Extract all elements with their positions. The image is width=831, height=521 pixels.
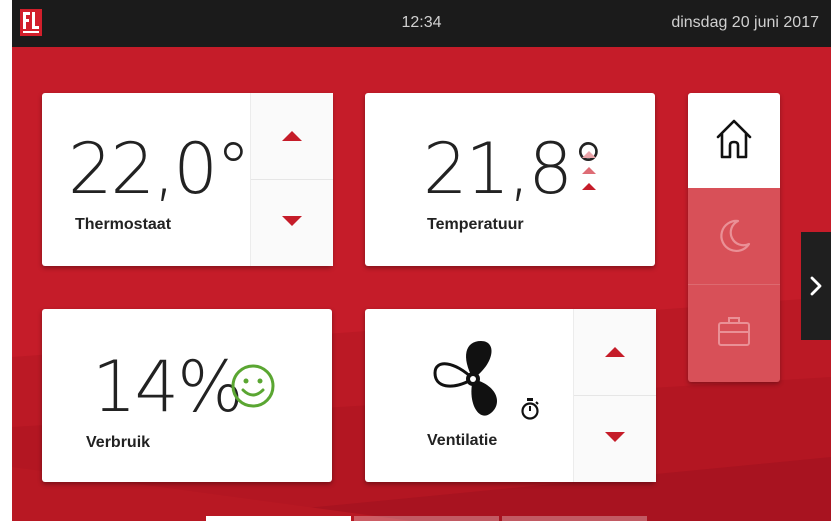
triangle-down-icon	[605, 432, 625, 442]
ventilation-stepper	[573, 309, 656, 482]
thermostat-increase-button[interactable]	[251, 93, 333, 179]
mode-away-button[interactable]	[688, 284, 780, 382]
page-indicator-3[interactable]	[502, 516, 647, 521]
stopwatch-icon	[521, 398, 539, 420]
consumption-tile: 14% Verbruik	[42, 309, 332, 482]
mode-home-button[interactable]	[688, 93, 780, 188]
consumption-label: Verbruik	[86, 434, 151, 451]
fan-icon	[433, 341, 497, 416]
thermostat-tile: 22,0° Thermostaat	[42, 93, 333, 266]
briefcase-icon	[718, 317, 750, 346]
chevron-right-icon	[810, 276, 822, 296]
temperature-value: 21,8°	[423, 128, 606, 210]
temperature-label: Temperatuur	[427, 216, 524, 233]
consumption-value: 14%	[92, 346, 244, 428]
moon-icon	[720, 219, 751, 252]
screen: 12:34 dinsdag 20 juni 2017 22,0° Thermos…	[12, 0, 831, 521]
triangle-up-icon	[282, 131, 302, 141]
temperature-tile: 21,8° Temperatuur	[365, 93, 655, 266]
page-indicator-1[interactable]	[206, 516, 351, 521]
ventilation-tile: Ventilatie	[365, 309, 656, 482]
mode-selector	[688, 93, 780, 382]
status-bar: 12:34 dinsdag 20 juni 2017	[12, 0, 831, 47]
thermostat-stepper	[250, 93, 333, 266]
ventilation-decrease-button[interactable]	[574, 396, 656, 482]
mode-night-button[interactable]	[688, 188, 780, 284]
ventilation-label: Ventilatie	[427, 432, 498, 449]
ventilation-increase-button[interactable]	[574, 309, 656, 395]
house-icon	[716, 119, 752, 159]
date-display: dinsdag 20 juni 2017	[671, 14, 819, 31]
thermostat-decrease-button[interactable]	[251, 180, 333, 266]
page-indicator-2[interactable]	[354, 516, 499, 521]
triangle-up-icon	[605, 347, 625, 357]
thermostat-setpoint: 22,0°	[68, 128, 251, 210]
next-page-button[interactable]	[801, 232, 831, 340]
thermostat-label: Thermostaat	[75, 216, 172, 233]
triangle-down-icon	[282, 216, 302, 226]
rising-trend-icon	[582, 151, 596, 190]
smiley-icon	[231, 364, 275, 408]
